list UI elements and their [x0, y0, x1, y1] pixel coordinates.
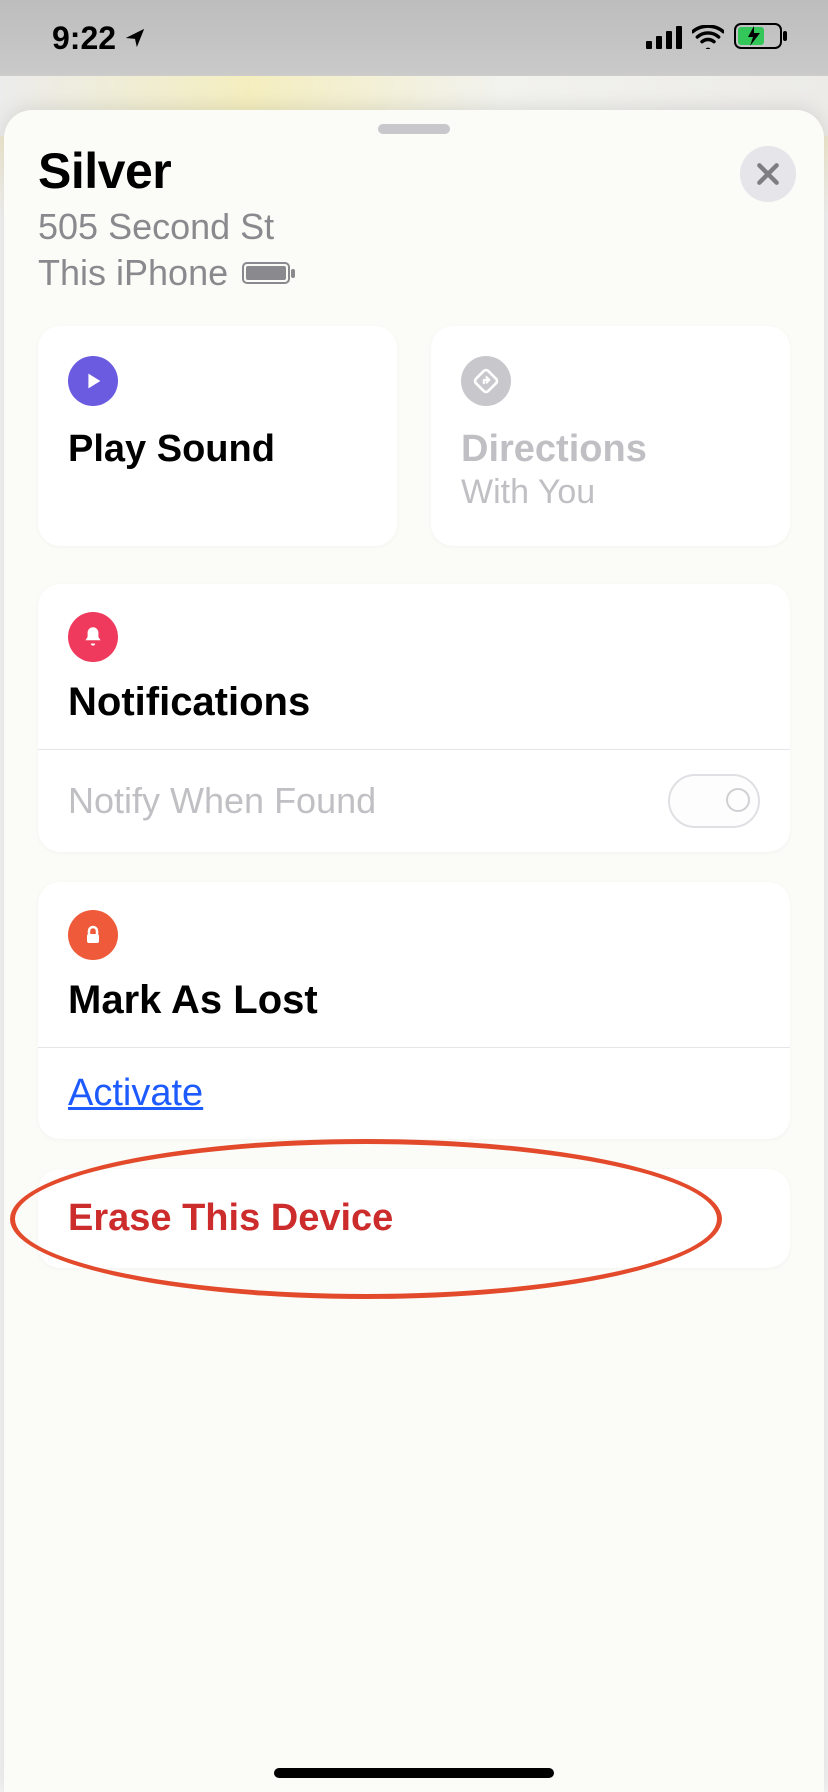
erase-device-card[interactable]: Erase This Device: [38, 1169, 790, 1268]
directions-sublabel: With You: [461, 473, 760, 512]
location-arrow-icon: [124, 27, 146, 49]
status-left: 9:22: [52, 20, 146, 57]
erase-device-label: Erase This Device: [68, 1197, 760, 1240]
sheet-header: Silver 505 Second St This iPhone: [4, 142, 824, 314]
notify-when-found-label: Notify When Found: [68, 780, 376, 822]
directions-card[interactable]: Directions With You: [431, 326, 790, 546]
battery-icon: [734, 20, 788, 57]
mark-as-lost-section: Mark As Lost Activate: [38, 882, 790, 1139]
device-detail-sheet: Silver 505 Second St This iPhone Play So…: [4, 110, 824, 1792]
play-sound-card[interactable]: Play Sound: [38, 326, 397, 546]
activate-row[interactable]: Activate: [38, 1047, 790, 1139]
status-right: [646, 20, 788, 57]
device-name: Silver: [38, 142, 790, 200]
device-subtitle: This iPhone: [38, 252, 790, 294]
actions-row: Play Sound Directions With You: [4, 314, 824, 576]
device-address: 505 Second St: [38, 206, 790, 248]
mark-as-lost-title: Mark As Lost: [68, 978, 760, 1023]
activate-link[interactable]: Activate: [68, 1072, 203, 1115]
status-bar: 9:22: [0, 0, 828, 76]
notifications-section: Notifications Notify When Found: [38, 584, 790, 852]
device-subtitle-text: This iPhone: [38, 252, 228, 294]
home-indicator[interactable]: [274, 1768, 554, 1778]
lock-icon: [68, 910, 760, 960]
close-button[interactable]: [740, 146, 796, 202]
notifications-header: Notifications: [38, 584, 790, 749]
wifi-icon: [692, 20, 724, 57]
battery-level-icon: [242, 262, 290, 284]
close-icon: [755, 161, 781, 187]
notify-when-found-toggle[interactable]: [668, 774, 760, 828]
sheet-grabber[interactable]: [378, 124, 450, 134]
bell-icon: [68, 612, 760, 662]
status-time: 9:22: [52, 20, 116, 57]
play-sound-label: Play Sound: [68, 428, 367, 471]
cellular-icon: [646, 20, 682, 57]
notifications-title: Notifications: [68, 680, 760, 725]
directions-icon: [461, 356, 760, 406]
mark-as-lost-header: Mark As Lost: [38, 882, 790, 1047]
notify-when-found-row[interactable]: Notify When Found: [38, 749, 790, 852]
play-icon: [68, 356, 367, 406]
directions-label: Directions: [461, 428, 760, 471]
